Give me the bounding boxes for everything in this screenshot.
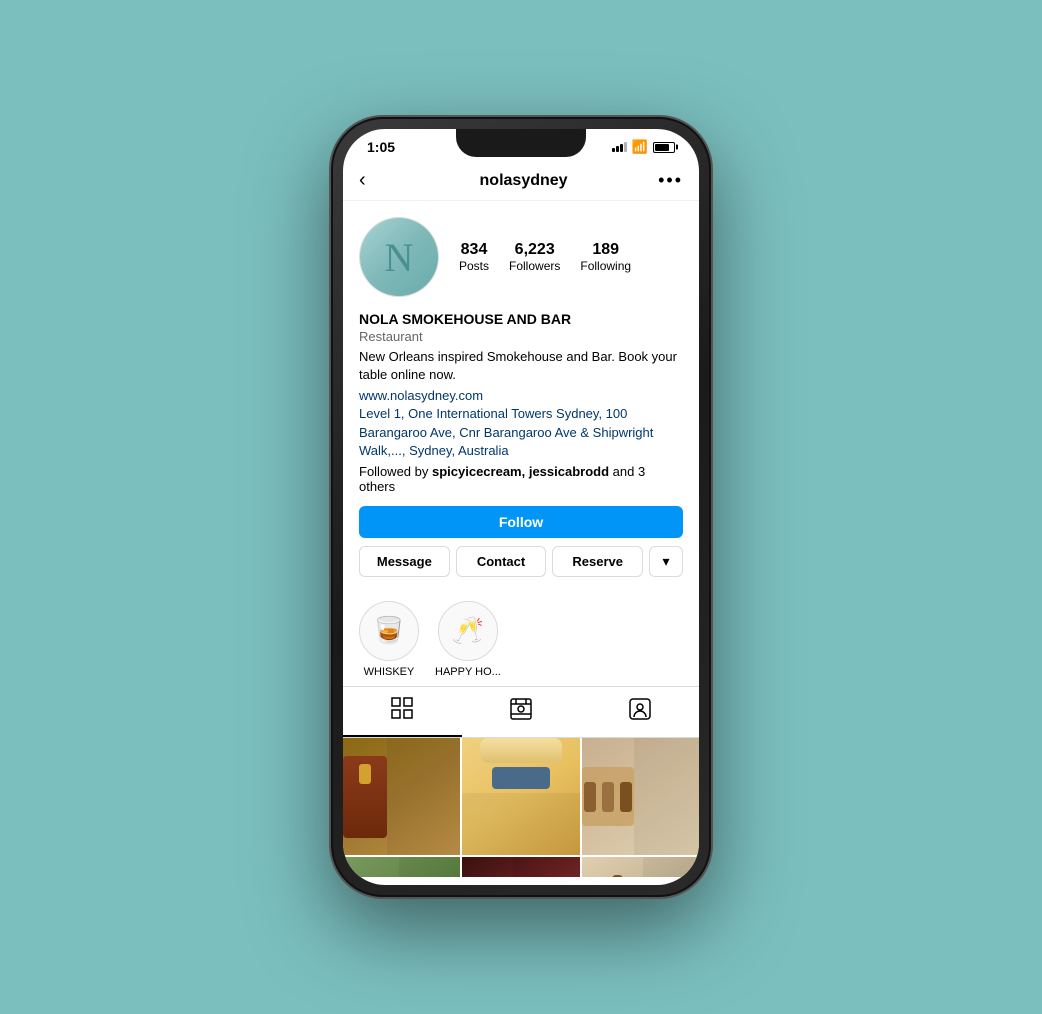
profile-username: nolasydney [480, 172, 568, 190]
grid-icon [391, 697, 413, 725]
photo-cell[interactable] [343, 857, 460, 877]
posts-label: Posts [459, 259, 489, 273]
ig-header: ‹ nolasydney ••• [343, 159, 699, 201]
message-button[interactable]: Message [359, 546, 450, 577]
reserve-button[interactable]: Reserve [552, 546, 643, 577]
photo-cell[interactable] [462, 738, 579, 855]
avatar: N [359, 217, 439, 297]
profile-bio: New Orleans inspired Smokehouse and Bar.… [359, 348, 683, 384]
profile-info: NOLA SMOKEHOUSE AND BAR Restaurant New O… [359, 311, 683, 494]
action-buttons: Message Contact Reserve ▾ [359, 546, 683, 577]
avatar-letter: N [385, 234, 414, 281]
photo-cell[interactable] [462, 857, 579, 877]
battery-icon [653, 142, 675, 153]
highlight-item[interactable]: 🥃 WHISKEY [359, 601, 419, 678]
app-content: ‹ nolasydney ••• N 834 Posts [343, 159, 699, 877]
photo-cell[interactable] [582, 738, 699, 855]
followers-count: 6,223 [515, 241, 555, 259]
profile-name: NOLA SMOKEHOUSE AND BAR [359, 311, 683, 327]
status-time: 1:05 [367, 139, 395, 155]
profile-website[interactable]: www.nolasydney.com [359, 388, 683, 403]
notch [456, 129, 586, 157]
followers-label: Followers [509, 259, 560, 273]
highlight-whiskey-label: WHISKEY [364, 666, 415, 678]
tab-grid[interactable] [343, 687, 462, 737]
profile-address[interactable]: Level 1, One International Towers Sydney… [359, 405, 683, 460]
profile-section: N 834 Posts 6,223 Followers [343, 201, 699, 587]
photo-cell[interactable] [582, 857, 699, 877]
signal-icon [612, 142, 627, 152]
chevron-down-icon: ▾ [663, 553, 670, 570]
photo-cell[interactable] [343, 738, 460, 855]
contact-button[interactable]: Contact [456, 546, 547, 577]
more-options-button[interactable]: ••• [658, 170, 683, 191]
wifi-icon: 📶 [632, 139, 648, 155]
stats-row: 834 Posts 6,223 Followers 189 Following [459, 241, 683, 273]
dropdown-button[interactable]: ▾ [649, 546, 683, 577]
photo-grid [343, 738, 699, 877]
phone-frame: 1:05 📶 ‹ nolasydney ••• [331, 117, 711, 897]
following-stat[interactable]: 189 Following [580, 241, 631, 273]
follow-button[interactable]: Follow [359, 506, 683, 538]
profile-category: Restaurant [359, 329, 683, 344]
highlight-happyhour-label: HAPPY HO... [435, 666, 501, 678]
following-count: 189 [592, 241, 619, 259]
tagged-icon [629, 698, 651, 726]
phone-wrapper: 1:05 📶 ‹ nolasydney ••• [331, 117, 711, 897]
posts-stat: 834 Posts [459, 241, 489, 273]
back-button[interactable]: ‹ [359, 169, 389, 192]
followers-stat[interactable]: 6,223 Followers [509, 241, 560, 273]
phone-screen: 1:05 📶 ‹ nolasydney ••• [343, 129, 699, 885]
profile-top: N 834 Posts 6,223 Followers [359, 217, 683, 297]
tab-tagged[interactable] [580, 687, 699, 737]
highlights-section: 🥃 WHISKEY 🥂 HAPPY HO... [343, 587, 699, 686]
following-label: Following [580, 259, 631, 273]
status-icons: 📶 [612, 139, 675, 155]
highlight-happyhour-circle: 🥂 [438, 601, 498, 661]
reels-icon [510, 698, 532, 726]
tab-reels[interactable] [462, 687, 581, 737]
profile-followed-by: Followed by spicyicecream, jessicabrodd … [359, 464, 683, 494]
tab-bar [343, 686, 699, 738]
highlight-item[interactable]: 🥂 HAPPY HO... [435, 601, 501, 678]
posts-count: 834 [461, 241, 488, 259]
highlight-whiskey-circle: 🥃 [359, 601, 419, 661]
